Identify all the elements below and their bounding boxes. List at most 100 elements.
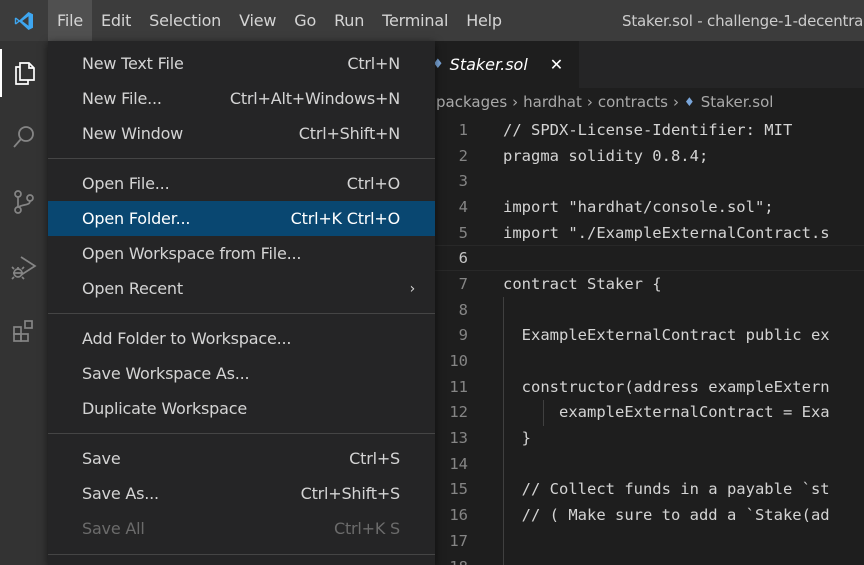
indent-guide — [503, 297, 504, 565]
ethereum-icon: ♦ — [683, 94, 695, 109]
menu-item-save-workspace-as[interactable]: Save Workspace As... — [48, 356, 435, 391]
code-text: pragma solidity 0.8.4; — [503, 146, 709, 165]
source-control-icon[interactable] — [0, 178, 48, 226]
explorer-icon[interactable] — [0, 49, 48, 97]
shortcut-label: Ctrl+S — [349, 449, 400, 468]
tab-staker-sol[interactable]: ♦ Staker.sol ✕ — [426, 41, 580, 88]
menu-item-label: Open Recent — [82, 279, 183, 298]
code-text: // SPDX-License-Identifier: MIT — [503, 120, 793, 139]
menu-selection[interactable]: Selection — [140, 0, 230, 41]
menu-item-label: New File... — [82, 89, 162, 108]
shortcut-label: Ctrl+Shift+N — [298, 124, 400, 143]
vscode-logo-icon[interactable] — [0, 0, 48, 41]
code-line[interactable]: 15 // Collect funds in a payable `st — [426, 477, 864, 503]
menu-item-open-recent[interactable]: Open Recent › — [48, 271, 435, 306]
menu-item-duplicate-workspace[interactable]: Duplicate Workspace — [48, 391, 435, 426]
menu-item-label: Save Workspace As... — [82, 364, 250, 383]
code-line-current[interactable]: 6 — [426, 245, 864, 272]
menu-item-label: Save All — [82, 519, 145, 538]
title-bar: File Edit Selection View Go Run Terminal… — [0, 0, 864, 41]
chevron-right-icon: › — [672, 92, 679, 111]
shortcut-label: Ctrl+O — [346, 174, 400, 193]
editor-area: ♦ Staker.sol ✕ packages › hardhat › cont… — [426, 41, 864, 565]
indent-guide — [543, 400, 544, 426]
menu-file[interactable]: File — [48, 0, 92, 41]
chevron-right-icon: › — [586, 92, 593, 111]
menu-item-save-all: Save All Ctrl+K S — [48, 511, 435, 546]
code-line[interactable]: 10 — [426, 348, 864, 374]
tab-label: Staker.sol — [449, 55, 528, 74]
menu-item-new-text-file[interactable]: New Text File Ctrl+N — [48, 46, 435, 81]
menu-item-label: Open Folder... — [82, 209, 191, 228]
shortcut-label: Ctrl+Alt+Windows+N — [229, 89, 400, 108]
file-menu-dropdown: New Text File Ctrl+N New File... Ctrl+Al… — [48, 41, 435, 565]
code-line[interactable]: 3 — [426, 168, 864, 194]
menu-item-save[interactable]: Save Ctrl+S — [48, 441, 435, 476]
menu-item-label: Add Folder to Workspace... — [82, 329, 292, 348]
code-text: contract Staker { — [503, 274, 662, 293]
menu-separator — [48, 313, 435, 314]
chevron-right-icon: › — [512, 92, 519, 111]
menu-item-label: New Text File — [82, 54, 184, 73]
chevron-right-icon: › — [409, 280, 416, 297]
menu-item-label: Duplicate Workspace — [82, 399, 247, 418]
menu-item-label: Save As... — [82, 484, 159, 503]
code-line[interactable]: 17 — [426, 528, 864, 554]
run-debug-icon[interactable] — [0, 243, 48, 291]
code-line[interactable]: 5 import "./ExampleExternalContract.s — [426, 220, 864, 246]
breadcrumb-item[interactable]: contracts — [598, 93, 668, 111]
menu-edit[interactable]: Edit — [92, 0, 140, 41]
code-line[interactable]: 11 constructor(address exampleExtern — [426, 374, 864, 400]
breadcrumb-item[interactable]: hardhat — [523, 93, 582, 111]
activity-bar — [0, 41, 48, 565]
code-line[interactable]: 1// SPDX-License-Identifier: MIT — [426, 117, 864, 143]
breadcrumb-item[interactable]: Staker.sol — [701, 93, 774, 111]
menu-item-label: Save — [82, 449, 121, 468]
shortcut-label: Ctrl+Shift+S — [300, 484, 401, 503]
menu-item-label: New Window — [82, 124, 184, 143]
menu-item-open-folder[interactable]: Open Folder... Ctrl+K Ctrl+O — [48, 201, 435, 236]
menu-terminal[interactable]: Terminal — [373, 0, 457, 41]
menu-item-new-file[interactable]: New File... Ctrl+Alt+Windows+N — [48, 81, 435, 116]
code-line[interactable]: 9 ExampleExternalContract public ex — [426, 323, 864, 349]
code-text: import "hardhat/console.sol"; — [503, 197, 774, 216]
menu-item-label: Open Workspace from File... — [82, 244, 302, 263]
menu-separator — [48, 433, 435, 434]
menu-item-add-folder-to-workspace[interactable]: Add Folder to Workspace... — [48, 321, 435, 356]
code-line[interactable]: 4 import "hardhat/console.sol"; — [426, 194, 864, 220]
code-text: // ( Make sure to add a `Stake(ad — [503, 506, 830, 525]
code-text: import "./ExampleExternalContract.s — [503, 223, 830, 242]
editor-tabs: ♦ Staker.sol ✕ — [426, 41, 864, 88]
menu-item-label: Open File... — [82, 174, 170, 193]
menu-run[interactable]: Run — [325, 0, 373, 41]
menu-item-open-workspace-from-file[interactable]: Open Workspace from File... — [48, 236, 435, 271]
code-line[interactable]: 16 // ( Make sure to add a `Stake(ad — [426, 502, 864, 528]
menu-bar: File Edit Selection View Go Run Terminal… — [48, 0, 511, 41]
code-text: ExampleExternalContract public ex — [503, 326, 830, 345]
code-line[interactable]: 14 — [426, 451, 864, 477]
code-text: // Collect funds in a payable `st — [503, 480, 830, 499]
window-title: Staker.sol - challenge-1-decentral — [622, 11, 864, 30]
code-line[interactable]: 8 — [426, 297, 864, 323]
breadcrumb-item[interactable]: packages — [436, 93, 507, 111]
menu-item-open-file[interactable]: Open File... Ctrl+O — [48, 166, 435, 201]
extensions-icon[interactable] — [0, 307, 48, 355]
code-line[interactable]: 18 — [426, 554, 864, 565]
menu-item-new-window[interactable]: New Window Ctrl+Shift+N — [48, 116, 435, 151]
code-line[interactable]: 13 } — [426, 425, 864, 451]
code-text: constructor(address exampleExtern — [503, 377, 830, 396]
code-editor[interactable]: 1// SPDX-License-Identifier: MIT 2 pragma… — [426, 117, 864, 565]
menu-go[interactable]: Go — [285, 0, 325, 41]
menu-item-save-as[interactable]: Save As... Ctrl+Shift+S — [48, 476, 435, 511]
breadcrumb: packages › hardhat › contracts › ♦ Stake… — [426, 88, 864, 115]
code-line[interactable]: 12 exampleExternalContract = Exa — [426, 400, 864, 426]
code-line[interactable]: 2 pragma solidity 0.8.4; — [426, 143, 864, 169]
shortcut-label: Ctrl+K S — [333, 519, 400, 538]
code-line[interactable]: 7 contract Staker { — [426, 271, 864, 297]
close-icon[interactable]: ✕ — [550, 55, 563, 74]
menu-view[interactable]: View — [230, 0, 285, 41]
code-text: } — [503, 429, 531, 448]
code-text: exampleExternalContract = Exa — [503, 403, 830, 422]
search-icon[interactable] — [0, 113, 48, 161]
menu-help[interactable]: Help — [457, 0, 511, 41]
